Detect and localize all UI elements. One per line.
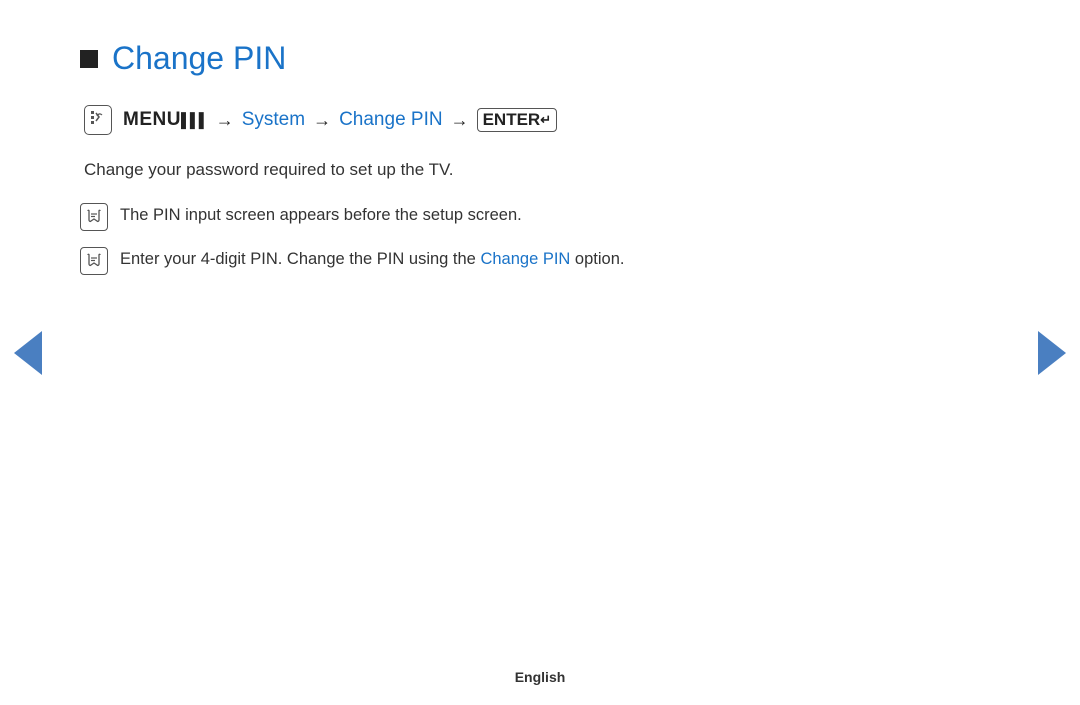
note-row-1: The PIN input screen appears before the …: [80, 203, 1000, 231]
description-text: Change your password required to set up …: [84, 157, 1000, 183]
note-2-after: option.: [570, 250, 624, 268]
heading-square-icon: [80, 50, 98, 68]
heading-row: Change PIN: [80, 40, 1000, 77]
page-title: Change PIN: [112, 40, 286, 77]
main-content: Change PIN MENU▌▌▌ → System → Change PIN…: [0, 0, 1080, 331]
enter-icon: ENTER↵: [477, 108, 558, 132]
nav-arrow-right[interactable]: [1038, 331, 1066, 375]
note-row-2: Enter your 4-digit PIN. Change the PIN u…: [80, 247, 1000, 275]
note-icon-2: [80, 247, 108, 275]
menu-arrow-3: →: [451, 110, 469, 131]
note-2-before: Enter your 4-digit PIN. Change the PIN u…: [120, 250, 480, 268]
system-link: System: [242, 109, 305, 131]
change-pin-link-nav: Change PIN: [339, 109, 443, 131]
note-icon-1: [80, 203, 108, 231]
footer-language: English: [515, 669, 566, 685]
note-text-2: Enter your 4-digit PIN. Change the PIN u…: [120, 247, 624, 273]
nav-arrow-left[interactable]: [14, 331, 42, 375]
menu-path-row: MENU▌▌▌ → System → Change PIN → ENTER↵: [84, 105, 1000, 135]
menu-arrow-2: →: [313, 110, 331, 131]
note-text-1: The PIN input screen appears before the …: [120, 203, 522, 229]
menu-arrow-1: →: [216, 110, 234, 131]
menu-m-icon: [84, 105, 112, 135]
change-pin-inline-link: Change PIN: [480, 250, 570, 268]
menu-label: MENU▌▌▌: [123, 109, 208, 131]
